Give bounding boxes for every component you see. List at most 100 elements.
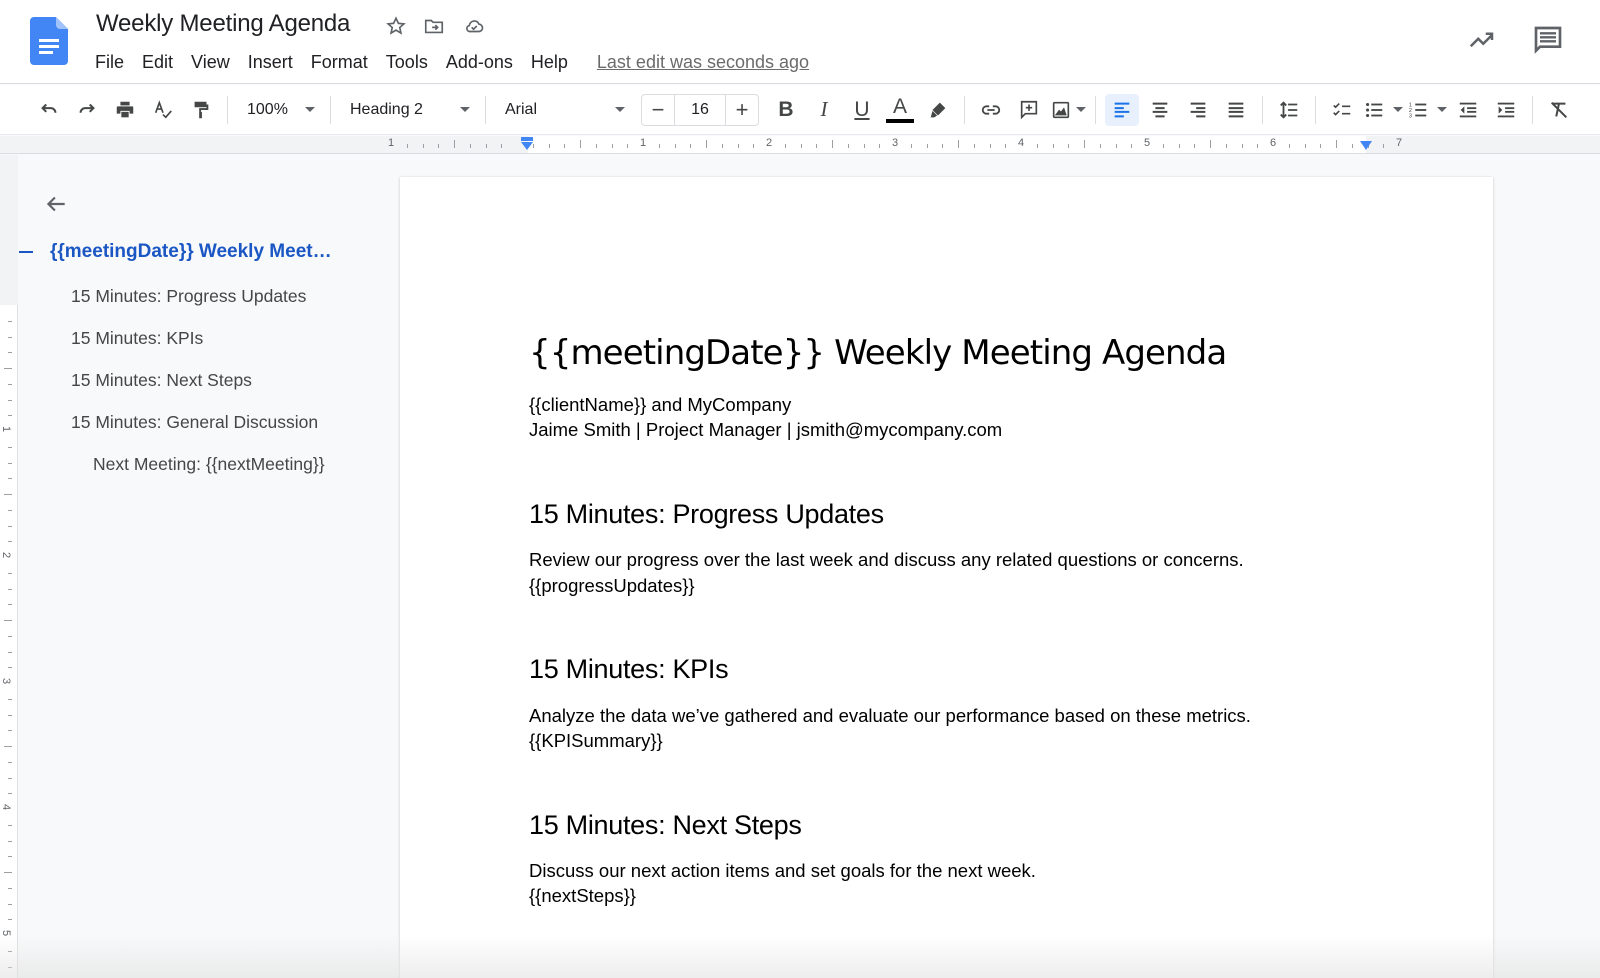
toolbar-separator bbox=[330, 95, 331, 124]
star-icon[interactable] bbox=[384, 14, 408, 38]
document-title[interactable]: Weekly Meeting Agenda bbox=[96, 10, 350, 38]
text-color-button[interactable]: A bbox=[883, 94, 917, 126]
author-line[interactable]: Jaime Smith | Project Manager | jsmith@m… bbox=[529, 417, 1393, 443]
section-placeholder-progress-updates[interactable]: {{progressUpdates}} bbox=[529, 573, 1393, 599]
underline-button[interactable]: U bbox=[845, 94, 879, 126]
insert-image-button[interactable] bbox=[1050, 94, 1086, 126]
add-comment-button[interactable] bbox=[1012, 94, 1046, 126]
spellcheck-button[interactable] bbox=[146, 94, 180, 126]
last-edit-link[interactable]: Last edit was seconds ago bbox=[597, 52, 809, 73]
line-spacing-button[interactable] bbox=[1272, 94, 1306, 126]
activity-trend-icon[interactable] bbox=[1464, 22, 1500, 58]
ruler-label: 5 bbox=[0, 929, 13, 937]
client-line[interactable]: {{clientName}} and MyCompany bbox=[529, 392, 1393, 418]
menu-file[interactable]: File bbox=[86, 50, 133, 75]
checklist-button[interactable] bbox=[1325, 94, 1359, 126]
decrease-indent-button[interactable] bbox=[1451, 94, 1485, 126]
redo-button[interactable] bbox=[70, 94, 104, 126]
document-heading-title[interactable]: {{meetingDate}} Weekly Meeting Agenda bbox=[529, 333, 1393, 373]
align-center-button[interactable] bbox=[1143, 94, 1177, 126]
underline-icon: U bbox=[854, 97, 870, 121]
align-left-button[interactable] bbox=[1105, 93, 1139, 126]
section-body-progress-updates[interactable]: Review our progress over the last week a… bbox=[529, 547, 1393, 573]
section-heading-progress-updates[interactable]: 15 Minutes: Progress Updates bbox=[529, 499, 1393, 530]
outline-item-next-meeting[interactable]: Next Meeting: {{nextMeeting}} bbox=[93, 454, 325, 475]
ruler-tick bbox=[1115, 144, 1117, 148]
bold-button[interactable]: B bbox=[769, 94, 803, 126]
clear-formatting-button[interactable] bbox=[1542, 94, 1576, 126]
menu-help[interactable]: Help bbox=[522, 50, 577, 75]
section-placeholder-kpis[interactable]: {{KPISummary}} bbox=[529, 728, 1393, 754]
ruler-tick bbox=[8, 446, 12, 448]
section-heading-next-steps[interactable]: 15 Minutes: Next Steps bbox=[529, 810, 1393, 841]
zoom-select[interactable]: 100% bbox=[235, 94, 323, 126]
ruler-label: 2 bbox=[0, 551, 13, 559]
right-indent-marker-icon[interactable] bbox=[1358, 139, 1374, 153]
section-heading-kpis[interactable]: 15 Minutes: KPIs bbox=[529, 654, 1393, 685]
highlight-color-button[interactable] bbox=[921, 94, 955, 126]
chevron-down-icon bbox=[460, 107, 470, 112]
ruler-label: 3 bbox=[891, 137, 899, 149]
ruler-tick bbox=[1194, 144, 1196, 148]
ruler-tick bbox=[8, 415, 12, 417]
horizontal-ruler[interactable]: 1 1 2 3 4 5 6 7 bbox=[0, 136, 1600, 154]
ruler-tick bbox=[8, 383, 12, 385]
ruler-label: 1 bbox=[387, 137, 395, 149]
undo-button[interactable] bbox=[32, 94, 66, 126]
outline-item-kpis[interactable]: 15 Minutes: KPIs bbox=[71, 328, 203, 349]
outline-item-general-discussion[interactable]: 15 Minutes: General Discussion bbox=[71, 412, 318, 433]
document-page[interactable]: {{meetingDate}} Weekly Meeting Agenda {{… bbox=[400, 177, 1493, 978]
ruler-tick bbox=[1068, 144, 1070, 148]
insert-link-button[interactable] bbox=[974, 94, 1008, 126]
cloud-saved-icon[interactable] bbox=[462, 14, 486, 38]
section-body-kpis[interactable]: Analyze the data we’ve gathered and eval… bbox=[529, 703, 1393, 729]
italic-button[interactable]: I bbox=[807, 94, 841, 126]
formatting-toolbar: 100% Heading 2 Arial − + B I U A bbox=[0, 85, 1600, 135]
align-right-button[interactable] bbox=[1181, 94, 1215, 126]
ruler-tick bbox=[4, 368, 12, 369]
ruler-tick bbox=[8, 793, 12, 795]
menu-format[interactable]: Format bbox=[302, 50, 377, 75]
ruler-tick bbox=[8, 462, 12, 464]
vertical-ruler[interactable]: 1 2 3 4 5 bbox=[0, 155, 18, 978]
ruler-tick bbox=[1005, 144, 1007, 148]
app-header: Weekly Meeting Agenda File Edit View Ins… bbox=[0, 0, 1600, 84]
menu-edit[interactable]: Edit bbox=[133, 50, 182, 75]
left-indent-marker-icon[interactable] bbox=[519, 136, 535, 152]
ruler-tick bbox=[406, 144, 408, 148]
print-button[interactable] bbox=[108, 94, 142, 126]
justify-button[interactable] bbox=[1219, 94, 1253, 126]
ruler-tick bbox=[8, 840, 12, 842]
increase-indent-button[interactable] bbox=[1489, 94, 1523, 126]
ruler-tick bbox=[4, 494, 12, 495]
outline-item-title[interactable]: {{meetingDate}} Weekly Meet… bbox=[50, 241, 332, 263]
docs-logo-icon[interactable] bbox=[30, 17, 68, 65]
numbered-list-button[interactable]: 123 bbox=[1407, 94, 1447, 126]
menu-tools[interactable]: Tools bbox=[377, 50, 437, 75]
section-body-next-steps[interactable]: Discuss our next action items and set go… bbox=[529, 858, 1393, 884]
ruler-label: 4 bbox=[1017, 137, 1025, 149]
ruler-label: 4 bbox=[0, 803, 13, 811]
comments-icon[interactable] bbox=[1530, 22, 1566, 58]
close-outline-arrow-icon[interactable] bbox=[41, 189, 71, 219]
section-placeholder-next-steps[interactable]: {{nextSteps}} bbox=[529, 883, 1393, 909]
ruler-tick bbox=[706, 140, 707, 148]
ruler-label: 1 bbox=[639, 137, 647, 149]
toolbar-separator bbox=[485, 95, 486, 124]
chevron-down-icon bbox=[1393, 107, 1403, 112]
decrease-font-size-button[interactable]: − bbox=[642, 95, 674, 125]
menu-insert[interactable]: Insert bbox=[239, 50, 302, 75]
paragraph-style-select[interactable]: Heading 2 bbox=[338, 94, 478, 126]
paint-format-button[interactable] bbox=[184, 94, 218, 126]
move-to-folder-icon[interactable] bbox=[422, 14, 446, 38]
ruler-tick bbox=[8, 714, 12, 716]
ruler-tick bbox=[973, 144, 975, 148]
outline-item-next-steps[interactable]: 15 Minutes: Next Steps bbox=[71, 370, 252, 391]
outline-item-progress-updates[interactable]: 15 Minutes: Progress Updates bbox=[71, 286, 306, 307]
font-size-input[interactable] bbox=[674, 94, 726, 125]
menu-view[interactable]: View bbox=[182, 50, 239, 75]
increase-font-size-button[interactable]: + bbox=[726, 95, 758, 125]
bulleted-list-button[interactable] bbox=[1363, 94, 1403, 126]
menu-add-ons[interactable]: Add-ons bbox=[437, 50, 522, 75]
font-family-select[interactable]: Arial bbox=[493, 94, 633, 126]
